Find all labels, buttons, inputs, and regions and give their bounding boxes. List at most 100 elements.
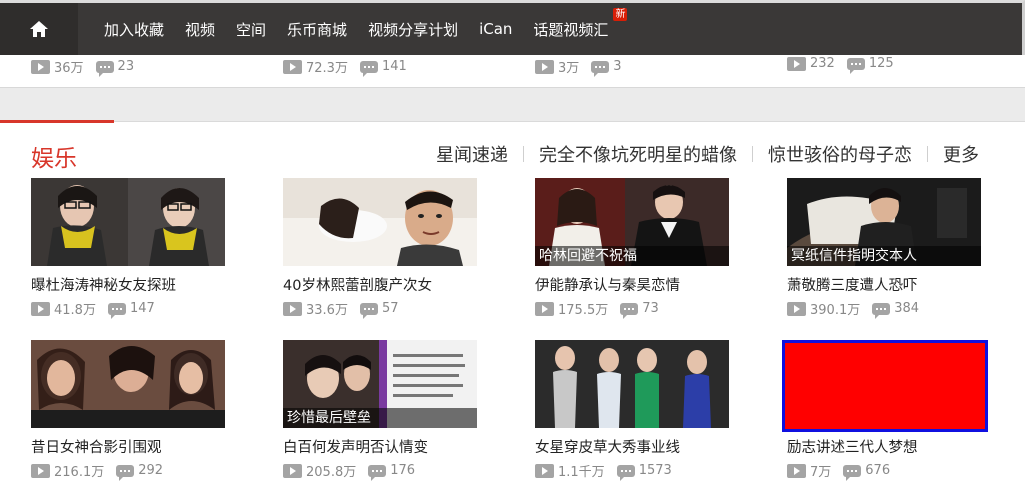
comment-count: 176 [390,463,416,478]
video-card[interactable]: 励志讲述三代人梦想 7万 676 [782,340,988,481]
video-card[interactable]: 女星穿皮草大秀事业线 1.1千万 1573 [535,340,729,481]
comment-count: 292 [138,463,164,478]
comment-icon [368,464,387,481]
play-count-icon [283,301,302,316]
stat-row: 33.6万 57 [283,299,477,319]
play-count: 41.8万 [54,303,96,318]
video-title[interactable]: 曝杜海涛神秘女友探班 [31,274,225,295]
play-count: 216.1万 [54,465,105,480]
video-card[interactable]: 哈林回避不祝福 伊能静承认与秦昊恋情 175.5万 73 [535,178,729,319]
video-title[interactable]: 女星穿皮草大秀事业线 [535,436,729,457]
play-count: 72.3万 [306,61,348,76]
comment-icon [591,60,610,77]
video-thumbnail[interactable]: 冥纸信件指明交本人 [787,178,981,266]
video-title[interactable]: 励志讲述三代人梦想 [782,436,988,457]
video-thumbnail[interactable] [782,340,988,432]
nav-mall[interactable]: 乐币商城 [287,19,347,40]
new-badge: 新 [613,7,628,21]
divider [927,146,928,162]
comment-icon [620,302,639,319]
play-count-icon [535,463,554,478]
stat-row: 3万 3 [535,57,622,77]
comment-icon [359,60,378,77]
play-count-icon [31,301,50,316]
thumbnail-caption: 冥纸信件指明交本人 [787,246,981,266]
comment-count: 147 [129,301,155,316]
nav-topic-videos-label: 话题视频汇 [533,20,609,39]
top-nav-bar: 加入收藏 视频 空间 乐币商城 视频分享计划 iCan 话题视频汇 新 [0,0,1025,55]
entertainment-section: 娱乐 星闻速递 完全不像坑死明星的蜡像 惊世骇俗的母子恋 更多 曝杜海涛神秘女友… [0,120,1025,504]
link-star-news[interactable]: 星闻速递 [436,141,508,167]
stat-row: 216.1万 292 [31,461,225,481]
stat-row: 1.1千万 1573 [535,461,729,481]
stat-row: 41.8万 147 [31,299,225,319]
previous-row-stats: 36万 23 72.3万 141 3万 3 232 125 [0,55,1025,88]
nav-video[interactable]: 视频 [185,19,215,40]
video-card[interactable]: 曝杜海涛神秘女友探班 41.8万 147 [31,178,225,319]
video-thumbnail[interactable]: 珍惜最后壁垒 [283,340,477,428]
play-count-icon [787,56,806,71]
play-count: 33.6万 [306,303,348,318]
comment-count: 141 [381,59,407,74]
thumbnail-image [283,178,477,266]
play-count-icon [535,59,554,74]
video-card[interactable]: 40岁林熙蕾剖腹产次女 33.6万 57 [283,178,477,319]
link-more[interactable]: 更多 [943,141,979,167]
play-count: 36万 [54,61,84,76]
play-count: 232 [810,56,835,71]
play-count: 3万 [558,61,580,76]
divider [752,146,753,162]
comment-icon [95,60,114,77]
stat-row: 175.5万 73 [535,299,729,319]
comment-count: 1573 [638,463,672,478]
divider [523,146,524,162]
video-card[interactable]: 冥纸信件指明交本人 萧敬腾三度遭人恐吓 390.1万 384 [787,178,981,319]
section-title[interactable]: 娱乐 [31,139,77,173]
comment-icon [843,464,862,481]
home-button[interactable] [0,3,78,55]
play-count-icon [283,59,302,74]
video-title[interactable]: 昔日女神合影引围观 [31,436,225,457]
video-title[interactable]: 伊能静承认与秦昊恋情 [535,274,729,295]
thumbnail-caption: 哈林回避不祝福 [535,246,729,266]
comment-count: 676 [865,463,891,478]
link-wax-figures[interactable]: 完全不像坑死明星的蜡像 [539,141,737,167]
thumbnail-image [535,340,729,428]
video-card[interactable]: 珍惜最后壁垒 白百何发声明否认情变 205.8万 176 [283,340,477,481]
video-thumbnail[interactable] [31,178,225,266]
comment-count: 73 [642,301,659,316]
nav-topic-videos[interactable]: 话题视频汇 新 [533,7,628,40]
nav-space[interactable]: 空间 [236,19,266,40]
section-links: 星闻速递 完全不像坑死明星的蜡像 惊世骇俗的母子恋 更多 [436,141,979,167]
video-thumbnail[interactable] [283,178,477,266]
comment-count: 125 [868,56,894,71]
stat-row: 7万 676 [782,461,988,481]
video-title[interactable]: 白百何发声明否认情变 [283,436,477,457]
stat-row: 72.3万 141 [283,57,407,77]
nav-add-favorite[interactable]: 加入收藏 [104,19,164,40]
play-count: 1.1千万 [558,465,605,480]
play-count-icon [787,301,806,316]
play-count: 390.1万 [810,303,861,318]
link-mother-son-love[interactable]: 惊世骇俗的母子恋 [768,141,912,167]
video-card[interactable]: 昔日女神合影引围观 216.1万 292 [31,340,225,481]
stat-row: 232 125 [787,56,894,74]
comment-count: 3 [613,59,622,74]
thumbnail-image [31,340,225,428]
nav-ican[interactable]: iCan [479,20,512,38]
comment-icon [116,464,135,481]
comment-count: 57 [381,301,399,316]
play-count-icon [283,463,302,478]
video-title[interactable]: 40岁林熙蕾剖腹产次女 [283,274,477,295]
nav-menu: 加入收藏 视频 空间 乐币商城 视频分享计划 iCan 话题视频汇 新 [104,3,629,55]
nav-share-plan[interactable]: 视频分享计划 [368,19,458,40]
video-thumbnail[interactable] [31,340,225,428]
comment-icon [872,302,891,319]
stat-row: 390.1万 384 [787,299,981,319]
comment-icon [107,302,126,319]
stat-row: 36万 23 [31,57,134,77]
thumbnail-caption: 珍惜最后壁垒 [283,408,477,428]
video-title[interactable]: 萧敬腾三度遭人恐吓 [787,274,981,295]
video-thumbnail[interactable]: 哈林回避不祝福 [535,178,729,266]
video-thumbnail[interactable] [535,340,729,428]
